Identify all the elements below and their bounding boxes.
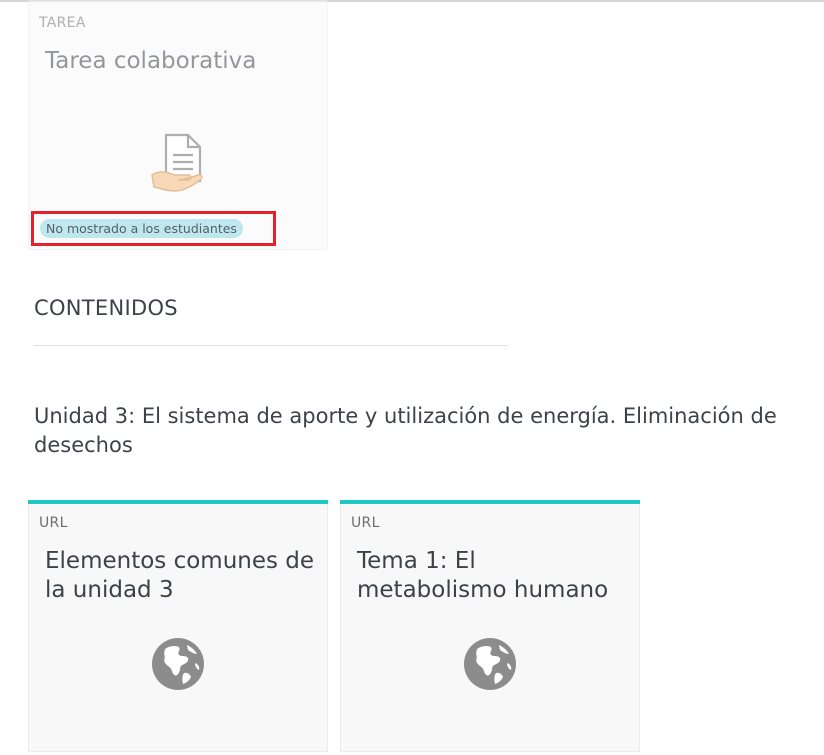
visibility-badge: No mostrado a los estudiantes	[40, 219, 243, 238]
activity-card-url-1[interactable]: URL Elementos comunes de la unidad 3	[28, 500, 328, 752]
course-page: TAREA Tarea colaborativa No mostrado a l…	[0, 0, 824, 755]
activity-title[interactable]: Tarea colaborativa	[45, 47, 319, 76]
globe-icon	[152, 638, 204, 690]
card-accent-bar	[28, 500, 328, 504]
activity-title[interactable]: Elementos comunes de la unidad 3	[45, 547, 319, 605]
globe-icon	[464, 638, 516, 690]
section-divider	[34, 345, 508, 346]
section-title: CONTENIDOS	[34, 296, 178, 320]
card-accent-bar	[340, 500, 640, 504]
hidden-badge-highlight: No mostrado a los estudiantes	[31, 211, 276, 246]
activity-type-label: URL	[39, 515, 68, 531]
activity-type-label: URL	[351, 515, 380, 531]
activity-type-label: TAREA	[39, 15, 86, 31]
activity-card-url-2[interactable]: URL Tema 1: El metabolismo humano	[340, 500, 640, 752]
activity-title[interactable]: Tema 1: El metabolismo humano	[357, 547, 631, 605]
unit-title: Unidad 3: El sistema de aporte y utiliza…	[34, 404, 777, 457]
assignment-hand-icon	[151, 133, 203, 192]
